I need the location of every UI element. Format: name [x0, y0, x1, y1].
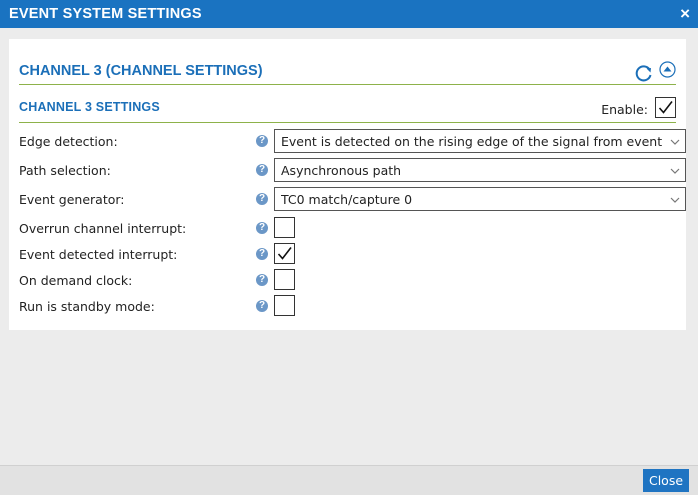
event-generator-select[interactable]: TC0 match/capture 0: [274, 187, 686, 211]
run-standby-checkbox[interactable]: [274, 295, 295, 316]
event-detected-interrupt-label: Event detected interrupt:: [19, 247, 178, 262]
help-icon[interactable]: ?: [256, 135, 268, 147]
help-icon[interactable]: ?: [256, 193, 268, 205]
checkmark-icon: [658, 101, 673, 114]
on-demand-clock-row: On demand clock: ?: [19, 268, 676, 292]
chevron-down-icon: [670, 168, 680, 174]
edge-detection-value: Event is detected on the rising edge of …: [281, 134, 663, 149]
help-icon[interactable]: ?: [256, 222, 268, 234]
close-icon[interactable]: ×: [680, 5, 690, 22]
edge-detection-row: Edge detection: ? Event is detected on t…: [19, 129, 686, 153]
event-generator-row: Event generator: ? TC0 match/capture 0: [19, 187, 686, 211]
run-standby-label: Run is standby mode:: [19, 299, 155, 314]
edge-detection-select[interactable]: Event is detected on the rising edge of …: [274, 129, 686, 153]
checkmark-icon: [277, 247, 292, 260]
help-icon[interactable]: ?: [256, 164, 268, 176]
event-generator-label: Event generator:: [19, 192, 125, 207]
enable-checkbox[interactable]: [655, 97, 676, 118]
overrun-interrupt-row: Overrun channel interrupt: ?: [19, 216, 676, 240]
run-standby-row: Run is standby mode: ?: [19, 294, 676, 318]
close-button[interactable]: Close: [643, 469, 689, 492]
overrun-interrupt-checkbox[interactable]: [274, 217, 295, 238]
section-title: CHANNEL 3 (CHANNEL SETTINGS): [19, 63, 263, 79]
event-generator-value: TC0 match/capture 0: [281, 192, 413, 207]
path-selection-select[interactable]: Asynchronous path: [274, 158, 686, 182]
path-selection-label: Path selection:: [19, 163, 111, 178]
overrun-interrupt-label: Overrun channel interrupt:: [19, 221, 187, 236]
dialog-footer: Close: [0, 465, 698, 495]
edge-detection-label: Edge detection:: [19, 134, 118, 149]
help-icon[interactable]: ?: [256, 300, 268, 312]
help-icon[interactable]: ?: [256, 248, 268, 260]
collapse-up-icon[interactable]: [659, 61, 676, 78]
dialog-title: EVENT SYSTEM SETTINGS: [9, 6, 202, 22]
subsection-title: CHANNEL 3 SETTINGS: [19, 100, 160, 114]
chevron-down-icon: [670, 139, 680, 145]
event-detected-interrupt-row: Event detected interrupt: ?: [19, 242, 676, 266]
enable-label: Enable:: [601, 102, 648, 117]
subsection-header: CHANNEL 3 SETTINGS Enable:: [19, 96, 676, 123]
settings-panel: CHANNEL 3 (CHANNEL SETTINGS) CHANNEL 3 S…: [9, 39, 686, 330]
on-demand-clock-label: On demand clock:: [19, 273, 133, 288]
chevron-down-icon: [670, 197, 680, 203]
help-icon[interactable]: ?: [256, 274, 268, 286]
path-selection-row: Path selection: ? Asynchronous path: [19, 158, 686, 182]
section-header: CHANNEL 3 (CHANNEL SETTINGS): [19, 61, 676, 85]
event-detected-interrupt-checkbox[interactable]: [274, 243, 295, 264]
on-demand-clock-checkbox[interactable]: [274, 269, 295, 290]
refresh-icon[interactable]: [634, 63, 654, 83]
path-selection-value: Asynchronous path: [281, 163, 402, 178]
dialog-titlebar: EVENT SYSTEM SETTINGS ×: [0, 0, 698, 28]
